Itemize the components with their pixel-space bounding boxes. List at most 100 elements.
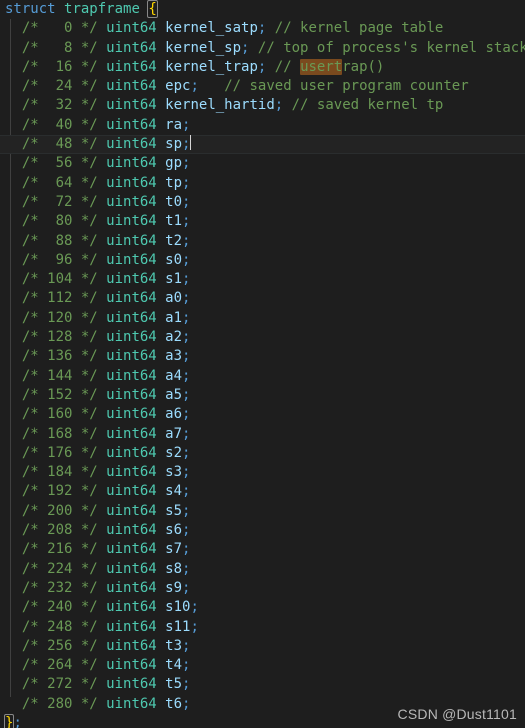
code-line-field[interactable]: /* 104 */ uint64 s1; bbox=[0, 270, 525, 289]
code-line-field[interactable]: /* 232 */ uint64 s9; bbox=[0, 579, 525, 598]
field-offset-comment: /* 144 */ bbox=[21, 367, 98, 384]
field-name: s6 bbox=[165, 522, 183, 539]
code-line-field[interactable]: /* 192 */ uint64 s4; bbox=[0, 482, 525, 501]
field-name: ra bbox=[165, 116, 183, 133]
field-offset-comment: /* 160 */ bbox=[21, 406, 98, 423]
code-line-field[interactable]: /* 240 */ uint64 s10; bbox=[0, 598, 525, 617]
code-line-field[interactable]: /* 216 */ uint64 s7; bbox=[0, 540, 525, 559]
code-line-field[interactable]: /* 144 */ uint64 a4; bbox=[0, 367, 525, 386]
field-offset-comment: /* 232 */ bbox=[21, 579, 98, 596]
code-line-field[interactable]: /* 0 */ uint64 kernel_satp; // kernel pa… bbox=[0, 19, 525, 38]
field-semicolon: ; bbox=[182, 406, 191, 423]
field-name: t3 bbox=[165, 637, 183, 654]
find-match-highlight[interactable]: usert bbox=[300, 58, 343, 75]
field-offset-comment: /* 224 */ bbox=[21, 560, 98, 577]
code-line-field[interactable]: /* 176 */ uint64 s2; bbox=[0, 444, 525, 463]
field-name: t4 bbox=[165, 657, 183, 674]
code-line-field[interactable]: /* 64 */ uint64 tp; bbox=[0, 174, 525, 193]
field-offset-comment: /* 80 */ bbox=[21, 213, 98, 230]
code-line-field[interactable]: /* 112 */ uint64 a0; bbox=[0, 289, 525, 308]
code-line-field[interactable]: /* 128 */ uint64 a2; bbox=[0, 328, 525, 347]
field-type: uint64 bbox=[106, 116, 157, 133]
code-line-struct-header[interactable]: struct trapframe { bbox=[0, 0, 525, 19]
code-line-field[interactable]: /* 256 */ uint64 t3; bbox=[0, 637, 525, 656]
code-line-field[interactable]: /* 152 */ uint64 a5; bbox=[0, 386, 525, 405]
code-line-field[interactable]: /* 56 */ uint64 gp; bbox=[0, 154, 525, 173]
code-line-field[interactable]: /* 16 */ uint64 kernel_trap; // usertrap… bbox=[0, 58, 525, 77]
field-offset-comment: /* 200 */ bbox=[21, 502, 98, 519]
code-editor[interactable]: struct trapframe { /* 0 */ uint64 kernel… bbox=[0, 0, 525, 728]
code-line-field[interactable]: /* 272 */ uint64 t5; bbox=[0, 675, 525, 694]
field-type: uint64 bbox=[106, 213, 157, 230]
field-semicolon: ; bbox=[182, 290, 191, 307]
field-name: t1 bbox=[165, 213, 183, 230]
field-type: uint64 bbox=[106, 425, 157, 442]
field-type: uint64 bbox=[106, 579, 157, 596]
field-offset-comment: /* 8 */ bbox=[21, 39, 98, 56]
field-offset-comment: /* 112 */ bbox=[21, 290, 98, 307]
code-line-field[interactable]: /* 80 */ uint64 t1; bbox=[0, 212, 525, 231]
code-line-field[interactable]: /* 40 */ uint64 ra; bbox=[0, 116, 525, 135]
field-type: uint64 bbox=[106, 541, 157, 558]
code-line-field[interactable]: /* 48 */ uint64 sp; bbox=[0, 135, 525, 155]
code-line-field[interactable]: /* 224 */ uint64 s8; bbox=[0, 560, 525, 579]
code-line-field[interactable]: /* 136 */ uint64 a3; bbox=[0, 347, 525, 366]
field-comment: // saved user program counter bbox=[224, 78, 469, 95]
code-line-field[interactable]: /* 200 */ uint64 s5; bbox=[0, 502, 525, 521]
code-line-field[interactable]: /* 32 */ uint64 kernel_hartid; // saved … bbox=[0, 96, 525, 115]
field-name: tp bbox=[165, 174, 183, 191]
code-line-field[interactable]: /* 72 */ uint64 t0; bbox=[0, 193, 525, 212]
code-line-field[interactable]: /* 120 */ uint64 a1; bbox=[0, 309, 525, 328]
code-line-field[interactable]: /* 248 */ uint64 s11; bbox=[0, 618, 525, 637]
field-name: a0 bbox=[165, 290, 183, 307]
code-line-field[interactable]: /* 96 */ uint64 s0; bbox=[0, 251, 525, 270]
field-semicolon: ; bbox=[182, 116, 191, 133]
code-line-field[interactable]: /* 8 */ uint64 kernel_sp; // top of proc… bbox=[0, 39, 525, 58]
field-semicolon: ; bbox=[182, 522, 191, 539]
field-type: uint64 bbox=[106, 367, 157, 384]
field-name: s4 bbox=[165, 483, 183, 500]
open-brace[interactable]: { bbox=[147, 0, 158, 18]
code-line-field[interactable]: /* 160 */ uint64 a6; bbox=[0, 405, 525, 424]
field-semicolon: ; bbox=[182, 657, 191, 674]
code-line-field[interactable]: /* 264 */ uint64 t4; bbox=[0, 656, 525, 675]
code-content[interactable]: struct trapframe { /* 0 */ uint64 kernel… bbox=[0, 0, 525, 728]
code-line-field[interactable]: /* 168 */ uint64 a7; bbox=[0, 425, 525, 444]
code-line-field[interactable]: /* 24 */ uint64 epc; // saved user progr… bbox=[0, 77, 525, 96]
field-name: a6 bbox=[165, 406, 183, 423]
field-offset-comment: /* 128 */ bbox=[21, 329, 98, 346]
code-line-field[interactable]: /* 208 */ uint64 s6; bbox=[0, 521, 525, 540]
code-line-field[interactable]: /* 88 */ uint64 t2; bbox=[0, 232, 525, 251]
field-type: uint64 bbox=[106, 329, 157, 346]
field-semicolon: ; bbox=[182, 695, 191, 712]
field-offset-comment: /* 0 */ bbox=[21, 20, 98, 37]
field-offset-comment: /* 136 */ bbox=[21, 348, 98, 365]
code-line-field[interactable]: /* 184 */ uint64 s3; bbox=[0, 463, 525, 482]
